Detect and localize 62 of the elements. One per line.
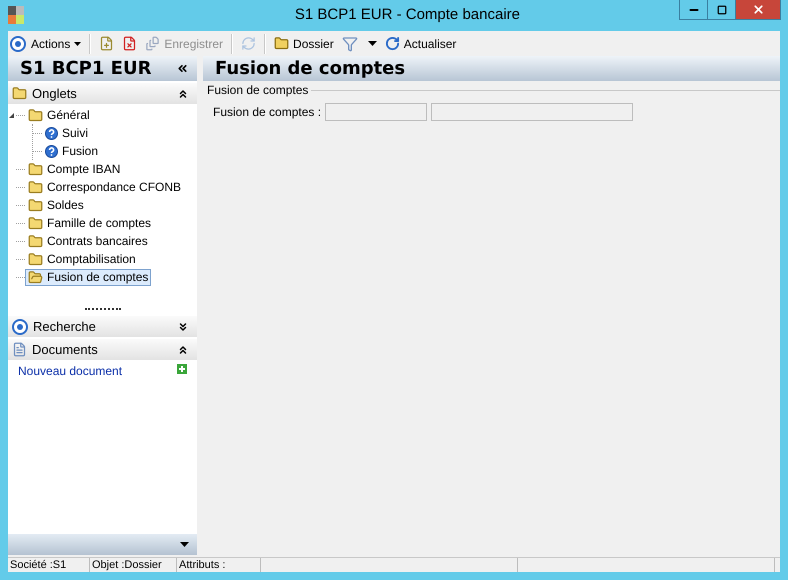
section-title: Documents (32, 342, 99, 357)
filter-icon (342, 36, 358, 52)
app-icon (8, 6, 24, 24)
target-icon (10, 36, 26, 52)
caret-icon (368, 41, 377, 46)
section-title: Recherche (33, 319, 97, 334)
tree-item[interactable]: Famille de comptes (25, 214, 154, 232)
tree-item[interactable]: Suivi (42, 125, 92, 141)
minimize-button[interactable] (679, 0, 708, 20)
tree-item[interactable]: Compte IBAN (25, 160, 124, 178)
delete-file-icon (122, 36, 138, 51)
close-icon (752, 3, 764, 16)
section-title: Onglets (32, 86, 78, 101)
toolbar-button[interactable]: Actualiser (382, 34, 460, 53)
page-title: Fusion de comptes (215, 58, 406, 79)
tree-item[interactable]: Général (25, 106, 93, 124)
group-legend: Fusion de comptes (207, 83, 308, 97)
tree-item[interactable]: Contrats bancaires (25, 232, 151, 250)
tree-item[interactable]: Correspondance CFONB (25, 178, 184, 196)
folder-icon (28, 180, 43, 194)
folder-icon (12, 86, 27, 101)
collapse-panel-icon[interactable] (176, 62, 189, 75)
dropdown-caret-icon[interactable] (180, 542, 189, 547)
document-icon (12, 342, 27, 357)
tree-item[interactable]: Comptabilisation (25, 250, 139, 268)
toolbar-button[interactable]: Dossier (271, 34, 337, 53)
tree-item[interactable]: Fusion (42, 143, 102, 159)
new-file-icon (99, 36, 114, 51)
window-title: S1 BCP1 EUR - Compte bancaire (294, 6, 520, 23)
expander-icon[interactable] (7, 110, 16, 120)
open-folder-icon (28, 270, 43, 284)
folder-icon (28, 162, 43, 176)
folder-icon (28, 198, 43, 212)
new-document-link[interactable]: Nouveau document (18, 364, 122, 378)
collapse-icon[interactable] (177, 88, 189, 100)
maximize-icon (716, 4, 726, 14)
actions-menu[interactable]: Actions (28, 34, 84, 52)
record-title: S1 BCP1 EUR (20, 58, 152, 79)
help-icon (45, 126, 58, 140)
folder-icon (28, 108, 43, 122)
add-icon[interactable] (177, 364, 187, 374)
section-header[interactable]: Onglets (8, 83, 197, 104)
tree-item[interactable]: Fusion de comptes (25, 268, 152, 286)
folder-icon (28, 216, 43, 230)
section-header[interactable]: Recherche (8, 316, 197, 337)
status-cell: Société :S1 (8, 558, 90, 572)
folder-icon (28, 234, 43, 248)
field-label: Fusion de comptes : (213, 105, 322, 119)
reload-icon (384, 36, 400, 51)
caret-icon (74, 42, 82, 46)
status-cell: Objet :Dossier (90, 558, 177, 572)
collapse-icon[interactable] (177, 344, 189, 356)
close-button[interactable] (735, 0, 781, 20)
folder-icon (28, 252, 43, 266)
section-header[interactable]: Documents (8, 339, 197, 360)
folder-icon (274, 36, 290, 51)
refresh-arrows-icon (241, 36, 256, 51)
target-icon (12, 318, 28, 334)
expand-icon[interactable] (177, 320, 189, 332)
help-icon (45, 144, 58, 158)
tree-item[interactable]: Soldes (25, 196, 87, 214)
status-cell: Attributs : (177, 558, 261, 572)
